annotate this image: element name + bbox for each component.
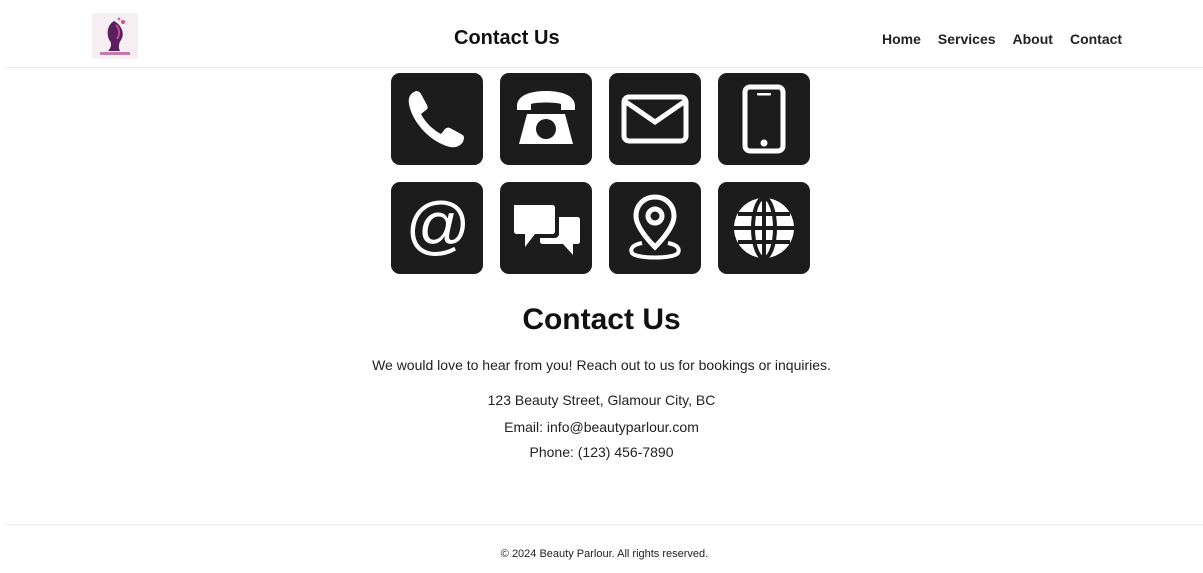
mobile-phone-icon (718, 73, 810, 165)
main-nav: Home Services About Contact (882, 31, 1122, 47)
nav-home[interactable]: Home (882, 31, 921, 47)
site-header: Contact Us Home Services About Contact (6, 0, 1203, 68)
nav-about[interactable]: About (1013, 31, 1053, 47)
email-text: Email: info@beautyparlour.com (504, 419, 699, 435)
site-footer: © 2024 Beauty Parlour. All rights reserv… (6, 524, 1203, 573)
chat-bubbles-icon (500, 182, 592, 274)
copyright-text: © 2024 Beauty Parlour. All rights reserv… (500, 548, 709, 560)
at-sign-icon: @ (391, 182, 483, 274)
header-title: Contact Us (454, 27, 560, 49)
envelope-icon (609, 73, 701, 165)
nav-contact[interactable]: Contact (1070, 31, 1122, 47)
globe-icon (718, 182, 810, 274)
telephone-icon (500, 73, 592, 165)
nav-services[interactable]: Services (938, 31, 996, 47)
location-pin-icon (609, 182, 701, 274)
phone-handset-icon (391, 73, 483, 165)
contact-icons-image: @ (391, 73, 811, 274)
phone-text: Phone: (123) 456-7890 (529, 444, 674, 460)
address-text: 123 Beauty Street, Glamour City, BC (487, 392, 716, 408)
intro-text: We would love to hear from you! Reach ou… (372, 357, 831, 373)
page-title: Contact Us (522, 303, 681, 336)
beauty-salon-logo[interactable] (92, 13, 138, 59)
svg-text:@: @ (405, 191, 470, 261)
